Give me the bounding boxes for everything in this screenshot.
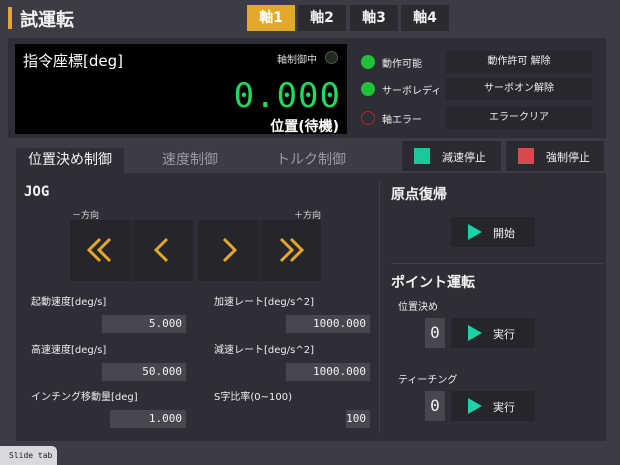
release-enable-button[interactable]: 動作許可 解除 <box>446 51 592 73</box>
tab-axis-2[interactable]: 軸2 <box>298 5 346 31</box>
decel-rate-label: 減速レート[deg/s^2] <box>214 345 314 356</box>
force-stop-label: 強制停止 <box>546 151 590 164</box>
play-icon <box>468 325 482 341</box>
fast-right-icon <box>279 237 305 263</box>
left-icon <box>153 237 169 263</box>
positioning-exec-button[interactable]: 実行 <box>451 318 535 348</box>
position-display: 指令座標[deg] 軸制御中 0.000 位置(待機) <box>15 44 347 135</box>
right-icon <box>222 237 238 263</box>
play-icon <box>468 224 482 240</box>
position-value: 0.000 <box>233 76 341 116</box>
inching-field[interactable]: 1.000 <box>110 410 186 428</box>
status-panel: 指令座標[deg] 軸制御中 0.000 位置(待機) 動作可能 動作許可 解除… <box>8 38 606 138</box>
error-clear-button[interactable]: エラークリア <box>446 107 592 129</box>
axis-error-label: 軸エラー <box>382 115 422 126</box>
position-state: 位置(待機) <box>270 119 339 135</box>
tab-torque-control[interactable]: トルク制御 <box>258 148 364 173</box>
accel-rate-field[interactable]: 1000.000 <box>286 315 370 333</box>
decel-stop-square-icon <box>414 148 430 164</box>
homing-start-button[interactable]: 開始 <box>451 217 535 247</box>
panel-divider <box>379 181 380 433</box>
point-operation-title: ポイント運転 <box>391 275 475 291</box>
ready-label: 動作可能 <box>382 59 422 70</box>
homing-start-label: 開始 <box>493 227 515 240</box>
fast-left-icon <box>86 237 112 263</box>
jog-minus-button[interactable] <box>132 220 193 281</box>
jog-fast-minus-button[interactable] <box>70 220 131 281</box>
jog-plus-button[interactable] <box>198 220 259 281</box>
start-speed-label: 起動速度[deg/s] <box>31 297 107 308</box>
title-accent-bar <box>8 7 12 29</box>
decel-rate-field[interactable]: 1000.000 <box>286 363 370 381</box>
decel-stop-button[interactable]: 減速停止 <box>402 141 501 171</box>
force-stop-button[interactable]: 強制停止 <box>506 141 604 171</box>
header: 試運転 軸1 軸2 軸3 軸4 <box>0 0 620 36</box>
axis-control-led-icon <box>325 51 338 64</box>
inching-label: インチング移動量[deg] <box>31 392 138 403</box>
high-speed-field[interactable]: 50.000 <box>102 363 186 381</box>
page-title: 試運転 <box>20 10 74 31</box>
teaching-point-field[interactable]: 0 <box>425 391 445 421</box>
section-divider <box>391 263 603 264</box>
tab-axis-1[interactable]: 軸1 <box>247 5 295 31</box>
servo-ready-label: サーボレディ <box>382 86 442 97</box>
homing-title: 原点復帰 <box>391 187 447 203</box>
teaching-label: ティーチング <box>398 375 458 386</box>
axis-error-led-icon <box>361 111 375 125</box>
teaching-exec-label: 実行 <box>493 401 515 414</box>
positioning-label: 位置決め <box>398 302 438 313</box>
high-speed-label: 高速速度[deg/s] <box>31 345 107 356</box>
positioning-exec-label: 実行 <box>493 328 515 341</box>
tab-speed-control[interactable]: 速度制御 <box>138 148 242 173</box>
status-row-error: 軸エラー エラークリア <box>360 107 600 129</box>
control-panel: JOG －方向 ＋方向 起動速度[deg/s] 5.000 加速レート[deg/… <box>16 173 606 441</box>
force-stop-square-icon <box>518 148 534 164</box>
teaching-exec-button[interactable]: 実行 <box>451 391 535 421</box>
status-row-ready: 動作可能 動作許可 解除 <box>360 51 600 73</box>
accel-rate-label: 加速レート[deg/s^2] <box>214 297 314 308</box>
status-row-servo: サーボレディ サーボオン解除 <box>360 78 600 100</box>
s-curve-label: S字比率(0~100) <box>214 392 292 403</box>
tab-positioning-control[interactable]: 位置決め制御 <box>16 148 124 173</box>
s-curve-field[interactable]: 100 <box>346 410 370 428</box>
decel-stop-label: 減速停止 <box>442 151 486 164</box>
play-icon <box>468 398 482 414</box>
coordinate-label: 指令座標[deg] <box>23 52 123 70</box>
slide-tab[interactable]: Slide tab <box>0 446 57 465</box>
jog-title: JOG <box>24 184 50 200</box>
start-speed-field[interactable]: 5.000 <box>102 315 186 333</box>
ready-led-icon <box>361 55 375 69</box>
axis-control-label: 軸制御中 <box>277 55 317 66</box>
servo-off-button[interactable]: サーボオン解除 <box>446 78 592 100</box>
jog-fast-plus-button[interactable] <box>260 220 321 281</box>
tab-axis-3[interactable]: 軸3 <box>350 5 398 31</box>
servo-ready-led-icon <box>361 82 375 96</box>
tab-axis-4[interactable]: 軸4 <box>401 5 449 31</box>
positioning-point-field[interactable]: 0 <box>425 318 445 348</box>
